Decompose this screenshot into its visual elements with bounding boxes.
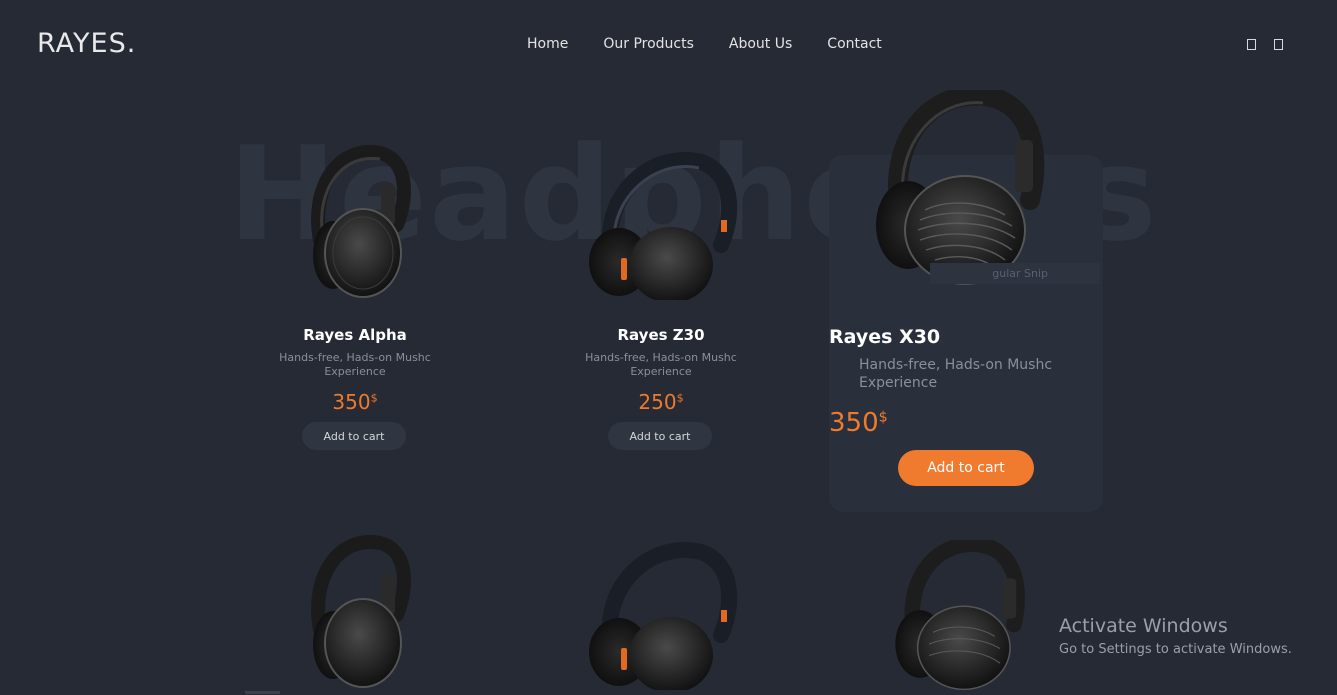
add-to-cart-button[interactable]: Add to cart <box>302 422 406 450</box>
main-nav: Home Our Products About Us Contact <box>527 36 882 52</box>
cart-icon[interactable] <box>1274 39 1283 50</box>
add-to-cart-button[interactable]: Add to cart <box>898 450 1034 486</box>
windows-activation-watermark: Activate Windows Go to Settings to activ… <box>1059 615 1292 657</box>
nav-about-us[interactable]: About Us <box>729 36 792 52</box>
product-price: 350$ <box>829 408 888 438</box>
add-to-cart-button[interactable]: Add to cart <box>608 422 712 450</box>
nav-contact[interactable]: Contact <box>827 36 881 52</box>
headphone-image <box>876 90 1045 285</box>
product-description: Hands-free, Hads-on Mushc Experience <box>859 357 1053 391</box>
screen-snip-hint: gular Snip <box>930 263 1100 284</box>
product-card-rayes-z30: Rayes Z30 Hands-free, Hads-on Mushc Expe… <box>556 140 766 460</box>
watermark-subtitle: Go to Settings to activate Windows. <box>1059 642 1292 657</box>
product-price: 250$ <box>638 390 684 414</box>
brand-logo[interactable]: RAYES. <box>37 28 136 59</box>
user-icon[interactable] <box>1247 39 1256 50</box>
headphone-image <box>589 542 738 690</box>
headphone-image <box>311 535 411 688</box>
nav-our-products[interactable]: Our Products <box>603 36 694 52</box>
product-price: 350$ <box>332 390 378 414</box>
product-card-rayes-alpha: Rayes Alpha Hands-free, Hads-on Mushc Ex… <box>250 140 460 460</box>
headphone-image <box>311 145 411 298</box>
product-name: Rayes Alpha <box>303 326 407 344</box>
headphone-image <box>589 152 738 300</box>
product-name: Rayes Z30 <box>617 326 705 344</box>
product-name: Rayes X30 <box>829 326 941 348</box>
product-description: Hands-free, Hads-on Mushc Experience <box>585 351 737 378</box>
product-description: Hands-free, Hads-on Mushc Experience <box>279 351 431 378</box>
headphone-image <box>895 540 1025 691</box>
watermark-title: Activate Windows <box>1059 615 1228 637</box>
nav-home[interactable]: Home <box>527 36 568 52</box>
